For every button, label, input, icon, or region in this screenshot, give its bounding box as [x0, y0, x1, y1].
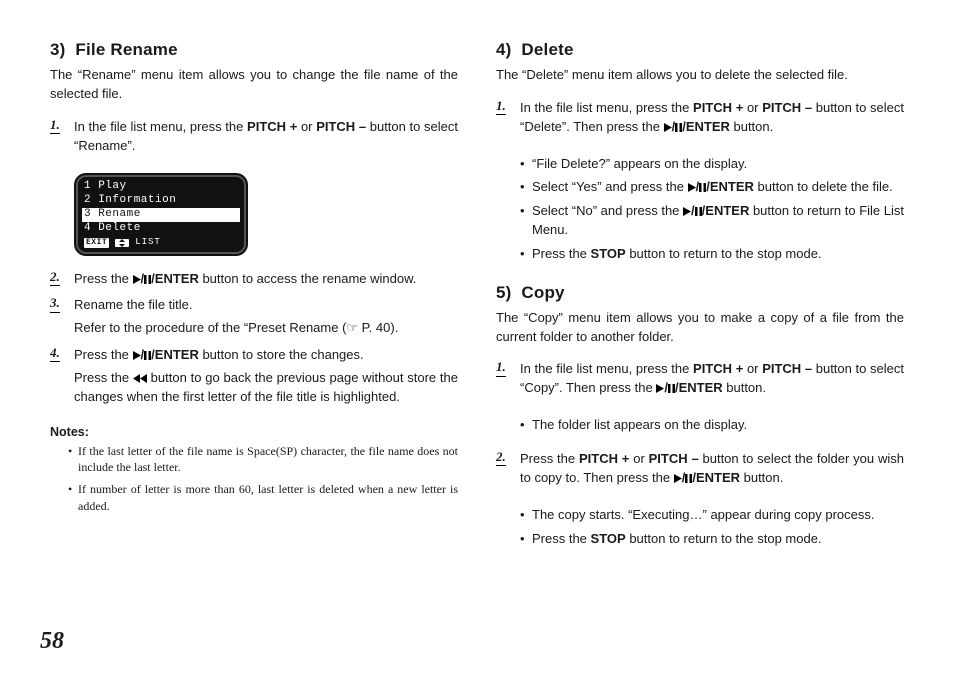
- bullet: The folder list appears on the display.: [520, 416, 904, 440]
- lcd-row-1: 1 Play: [82, 180, 240, 194]
- section-3-title: File Rename: [75, 40, 177, 59]
- section-5-intro: The “Copy” menu item allows you to make …: [496, 309, 904, 347]
- section-4-title: Delete: [521, 40, 573, 59]
- step-3-subtext: Refer to the procedure of the “Preset Re…: [74, 319, 458, 338]
- section-3-steps: 1. In the file list menu, press the PITC…: [50, 118, 458, 164]
- step-number: 4.: [50, 346, 60, 362]
- section-5-step-1: 1. In the file list menu, press the PITC…: [496, 360, 904, 406]
- bullet: Press the STOP button to return to the s…: [520, 530, 904, 554]
- step-number: 2.: [50, 270, 60, 286]
- right-column: 4) Delete The “Delete” menu item allows …: [496, 40, 904, 653]
- section-3-heading: 3) File Rename: [50, 40, 458, 60]
- left-column: 3) File Rename The “Rename” menu item al…: [50, 40, 458, 653]
- note-1: If the last letter of the file name is S…: [68, 443, 458, 482]
- section-5-bullets-1: The folder list appears on the display.: [496, 416, 904, 440]
- section-4-heading: 4) Delete: [496, 40, 904, 60]
- section-4-intro: The “Delete” menu item allows you to del…: [496, 66, 904, 85]
- section-5-step-2: 2. Press the PITCH + or PITCH – button t…: [496, 450, 904, 496]
- section-3-step-4: 4. Press the //ENTER button to store the…: [50, 346, 458, 415]
- section-4-bullets: “File Delete?” appears on the display. S…: [496, 155, 904, 269]
- lcd-exit-tag: EXIT: [84, 238, 109, 248]
- section-3-step-3: 3. Rename the file title. Refer to the p…: [50, 296, 458, 346]
- step-number: 1.: [496, 99, 506, 115]
- play-pause-enter-icon: //ENTER: [133, 347, 199, 362]
- section-5-steps: 1. In the file list menu, press the PITC…: [496, 360, 904, 406]
- lcd-row-4: 4 Delete: [82, 222, 240, 236]
- play-pause-enter-icon: //ENTER: [683, 203, 749, 218]
- play-pause-enter-icon: //ENTER: [656, 380, 722, 395]
- section-3-step-2: 2. Press the //ENTER button to access th…: [50, 270, 458, 297]
- bullet: Select “Yes” and press the //ENTER butto…: [520, 178, 904, 202]
- section-5-bullets-2: The copy starts. “Executing…” appear dur…: [496, 506, 904, 554]
- section-4-step-1: 1. In the file list menu, press the PITC…: [496, 99, 904, 145]
- step-number: 1.: [50, 118, 60, 134]
- step-number: 1.: [496, 360, 506, 376]
- section-5-number: 5): [496, 283, 512, 302]
- play-pause-enter-icon: //ENTER: [664, 119, 730, 134]
- bullet: Select “No” and press the //ENTER button…: [520, 202, 904, 245]
- play-pause-enter-icon: //ENTER: [688, 179, 754, 194]
- section-3-steps-cont: 2. Press the //ENTER button to access th…: [50, 270, 458, 415]
- note-2: If number of letter is more than 60, las…: [68, 481, 458, 520]
- lcd-arrows-icon: [115, 239, 129, 247]
- section-3-intro: The “Rename” menu item allows you to cha…: [50, 66, 458, 104]
- page-number: 58: [40, 628, 64, 655]
- lcd-row-2: 2 Information: [82, 194, 240, 208]
- play-pause-enter-icon: //ENTER: [133, 271, 199, 286]
- section-5-title: Copy: [521, 283, 564, 302]
- lcd-list-label: LIST: [135, 237, 161, 248]
- section-4-number: 4): [496, 40, 512, 59]
- bullet: The copy starts. “Executing…” appear dur…: [520, 506, 904, 530]
- section-4-steps: 1. In the file list menu, press the PITC…: [496, 99, 904, 145]
- step-number: 3.: [50, 296, 60, 312]
- step-number: 2.: [496, 450, 506, 466]
- section-5-heading: 5) Copy: [496, 283, 904, 303]
- lcd-footer: EXIT LIST: [82, 235, 240, 248]
- lcd-row-3-selected: 3 Rename: [82, 208, 240, 222]
- notes-heading: Notes:: [50, 425, 458, 439]
- play-pause-enter-icon: //ENTER: [674, 470, 740, 485]
- rewind-icon: [133, 370, 147, 385]
- bullet: Press the STOP button to return to the s…: [520, 245, 904, 269]
- section-3-step-1: 1. In the file list menu, press the PITC…: [50, 118, 458, 164]
- lcd-screenshot: 1 Play 2 Information 3 Rename 4 Delete E…: [74, 173, 248, 255]
- section-3-number: 3): [50, 40, 66, 59]
- notes-list: If the last letter of the file name is S…: [50, 443, 458, 520]
- section-5-steps-2: 2. Press the PITCH + or PITCH – button t…: [496, 450, 904, 496]
- bullet: “File Delete?” appears on the display.: [520, 155, 904, 179]
